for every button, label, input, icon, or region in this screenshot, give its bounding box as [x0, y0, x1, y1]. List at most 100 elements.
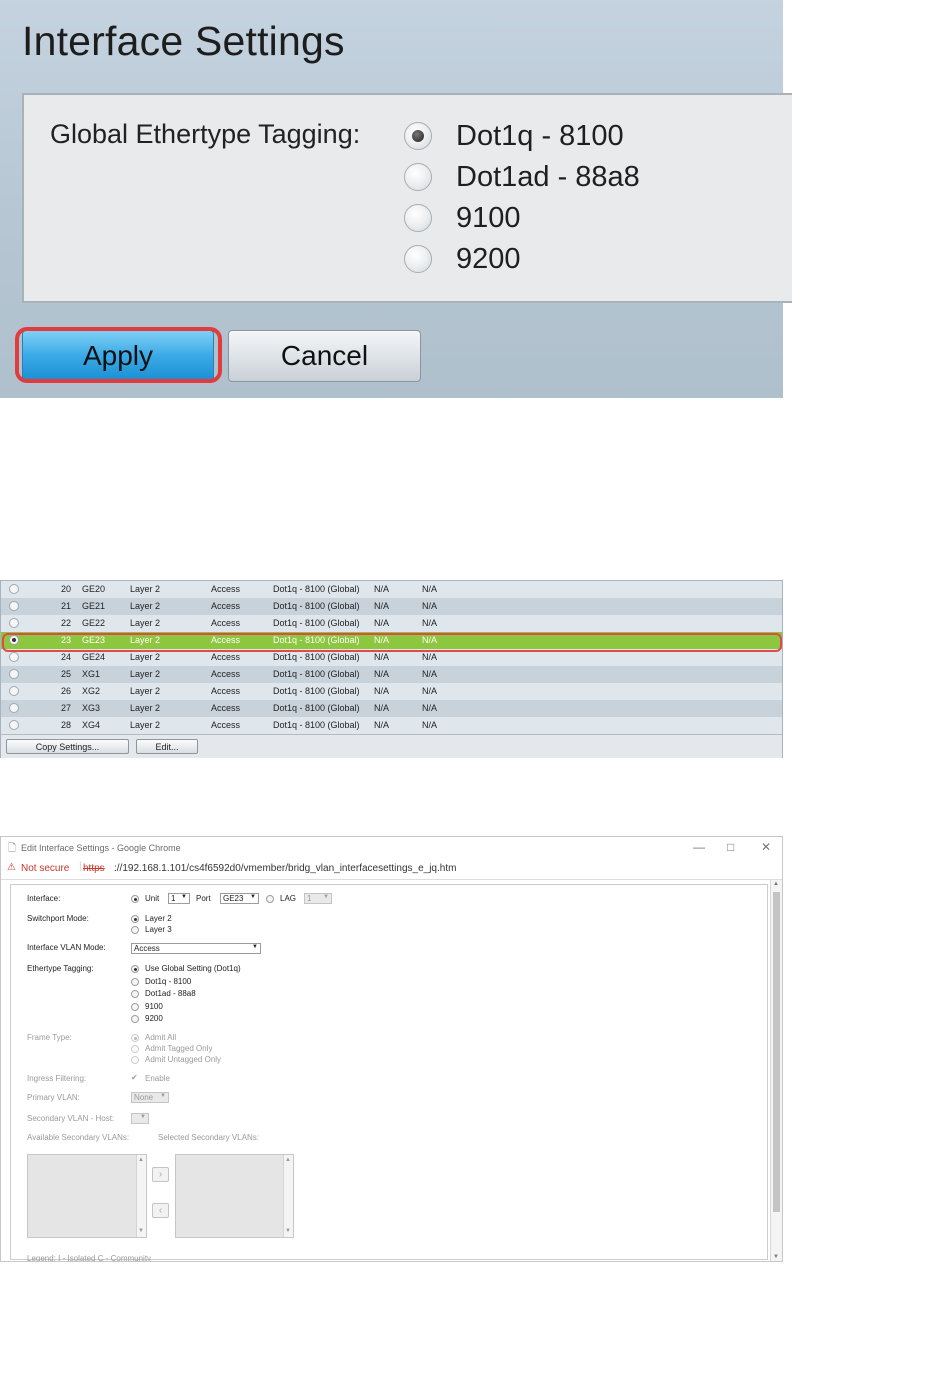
row-select-radio[interactable] [9, 703, 19, 713]
interface-table-panel: 20 GE20 Layer 2 Access Dot1q - 8100 (Global)… [0, 580, 783, 758]
primary-vlan-select[interactable]: None ▼ [131, 1092, 169, 1103]
row-select-radio[interactable] [9, 686, 19, 696]
row-select-radio[interactable] [9, 669, 19, 679]
list-scrollbar[interactable]: ▲ ▼ [283, 1155, 293, 1237]
available-secondary-vlans-label: Available Secondary VLANs: [27, 1133, 130, 1142]
option-dot1ad-88a8[interactable]: Dot1ad - 88a8 [404, 160, 640, 194]
unit-select[interactable]: 1 ▼ [168, 893, 190, 904]
ethertype-global-radio[interactable] [131, 965, 139, 973]
lag-radio[interactable] [266, 895, 274, 903]
scroll-up-icon[interactable]: ▲ [285, 1157, 291, 1163]
table-cell: 24 [61, 652, 72, 662]
option-9100[interactable]: 9100 [404, 201, 521, 235]
table-row[interactable]: 25 XG1 Layer 2 Access Dot1q - 8100 (Global) N… [1, 666, 782, 683]
radio-icon[interactable] [404, 122, 432, 150]
list-scrollbar[interactable]: ▲ ▼ [136, 1155, 146, 1237]
not-secure-label[interactable]: Not secure [21, 863, 69, 874]
table-cell: Layer 2 [130, 652, 161, 662]
radio-icon[interactable] [404, 245, 432, 273]
table-row[interactable]: 22 GE22 Layer 2 Access Dot1q - 8100 (Global)… [1, 615, 782, 632]
table-cell: Layer 2 [130, 601, 161, 611]
table-cell: N/A [374, 703, 390, 713]
secondary-vlan-host-label: Secondary VLAN - Host: [27, 1114, 115, 1123]
edit-button[interactable]: Edit... [136, 739, 198, 754]
window-scrollbar[interactable]: ▲ ▼ [770, 880, 782, 1261]
admit-tagged-radio[interactable] [131, 1045, 139, 1053]
table-cell: GE21 [82, 601, 106, 611]
available-vlans-list[interactable]: ▲ ▼ [27, 1154, 147, 1238]
ethertype-dot1q-label: Dot1q - 8100 [145, 977, 192, 986]
minimize-icon[interactable]: — [693, 840, 705, 854]
table-cell: GE20 [82, 584, 106, 594]
ethertype-dot1ad-radio[interactable] [131, 990, 139, 998]
table-cell: Layer 2 [130, 703, 161, 713]
window-titlebar: 🗋 Edit Interface Settings - Google Chrom… [1, 837, 782, 859]
unit-label: Unit [145, 894, 160, 903]
primary-vlan-value: None [134, 1093, 154, 1102]
table-row[interactable]: 28 XG4 Layer 2 Access Dot1q - 8100 (Global) N… [1, 717, 782, 734]
edit-form: Interface: Unit 1 ▼ Port GE23 ▼ LAG 1 ▼ Swi… [10, 884, 768, 1262]
table-row[interactable]: 21 GE21 Layer 2 Access Dot1q - 8100 (Global)… [1, 598, 782, 615]
option-dot1q-8100[interactable]: Dot1q - 8100 [404, 119, 624, 153]
admit-untagged-radio[interactable] [131, 1056, 139, 1064]
scroll-up-icon[interactable]: ▲ [138, 1157, 144, 1163]
row-select-radio[interactable] [9, 601, 19, 611]
scroll-up-icon[interactable]: ▲ [773, 881, 779, 887]
primary-vlan-label: Primary VLAN: [27, 1093, 80, 1102]
chevron-right-icon: › [158, 1169, 163, 1180]
table-row[interactable]: 26 XG2 Layer 2 Access Dot1q - 8100 (Global) N… [1, 683, 782, 700]
row-select-radio[interactable] [9, 720, 19, 730]
table-cell: N/A [422, 584, 438, 594]
scroll-thumb[interactable] [773, 892, 780, 1212]
secondary-vlan-host-select[interactable]: ▼ [131, 1113, 149, 1124]
ethertype-9100-radio[interactable] [131, 1003, 139, 1011]
table-cell: Layer 2 [130, 584, 161, 594]
ethertype-9200-radio[interactable] [131, 1015, 139, 1023]
scroll-down-icon[interactable]: ▼ [773, 1254, 779, 1260]
vlan-mode-label: Interface VLAN Mode: [27, 943, 106, 952]
checkmark-icon[interactable]: ✔ [131, 1074, 139, 1082]
legend-text: Legend: I - Isolated C - Community [27, 1254, 152, 1262]
port-select[interactable]: GE23 ▼ [220, 893, 259, 904]
copy-settings-button[interactable]: Copy Settings... [6, 739, 129, 754]
lag-label: LAG [280, 894, 297, 903]
radio-icon[interactable] [404, 163, 432, 191]
frame-type-label: Frame Type: [27, 1033, 72, 1042]
move-left-button[interactable]: ‹ [152, 1203, 169, 1218]
row-select-radio[interactable] [9, 618, 19, 628]
admit-all-radio[interactable] [131, 1034, 139, 1042]
move-right-button[interactable]: › [152, 1167, 169, 1182]
table-cell: Dot1q - 8100 (Global) [273, 584, 360, 594]
table-cell: N/A [422, 703, 438, 713]
warning-icon: ⚠ [7, 862, 16, 873]
cancel-button[interactable]: Cancel [228, 330, 421, 382]
lag-select[interactable]: 1 ▼ [304, 893, 332, 904]
address-bar[interactable]: ⚠ Not secure | https ://192.168.1.101/cs… [1, 859, 782, 880]
table-cell: N/A [422, 686, 438, 696]
maximize-icon[interactable]: □ [727, 840, 734, 854]
radio-icon[interactable] [404, 204, 432, 232]
table-cell: Dot1q - 8100 (Global) [273, 669, 360, 679]
unit-radio[interactable] [131, 895, 139, 903]
row-select-radio[interactable] [9, 652, 19, 662]
row-select-radio[interactable] [9, 584, 19, 594]
close-icon[interactable]: ✕ [761, 840, 771, 854]
table-row[interactable]: 27 XG3 Layer 2 Access Dot1q - 8100 (Global) N… [1, 700, 782, 717]
ethertype-dot1q-radio[interactable] [131, 978, 139, 986]
layer3-radio[interactable] [131, 926, 139, 934]
scroll-down-icon[interactable]: ▼ [138, 1228, 144, 1234]
admit-untagged-label: Admit Untagged Only [145, 1055, 222, 1064]
layer2-radio[interactable] [131, 915, 139, 923]
option-9200[interactable]: 9200 [404, 242, 521, 276]
edit-interface-window: 🗋 Edit Interface Settings - Google Chrom… [0, 836, 783, 1262]
table-cell: Dot1q - 8100 (Global) [273, 703, 360, 713]
table-cell: Access [211, 686, 241, 696]
selected-vlans-list[interactable]: ▲ ▼ [175, 1154, 294, 1238]
table-cell: 27 [61, 703, 72, 713]
url-scheme: https [83, 863, 105, 874]
page-title: Interface Settings [22, 18, 345, 64]
table-cell: 21 [61, 601, 72, 611]
vlan-mode-select[interactable]: Access ▼ [131, 943, 261, 954]
table-row[interactable]: 20 GE20 Layer 2 Access Dot1q - 8100 (Global)… [1, 581, 782, 598]
scroll-down-icon[interactable]: ▼ [285, 1228, 291, 1234]
